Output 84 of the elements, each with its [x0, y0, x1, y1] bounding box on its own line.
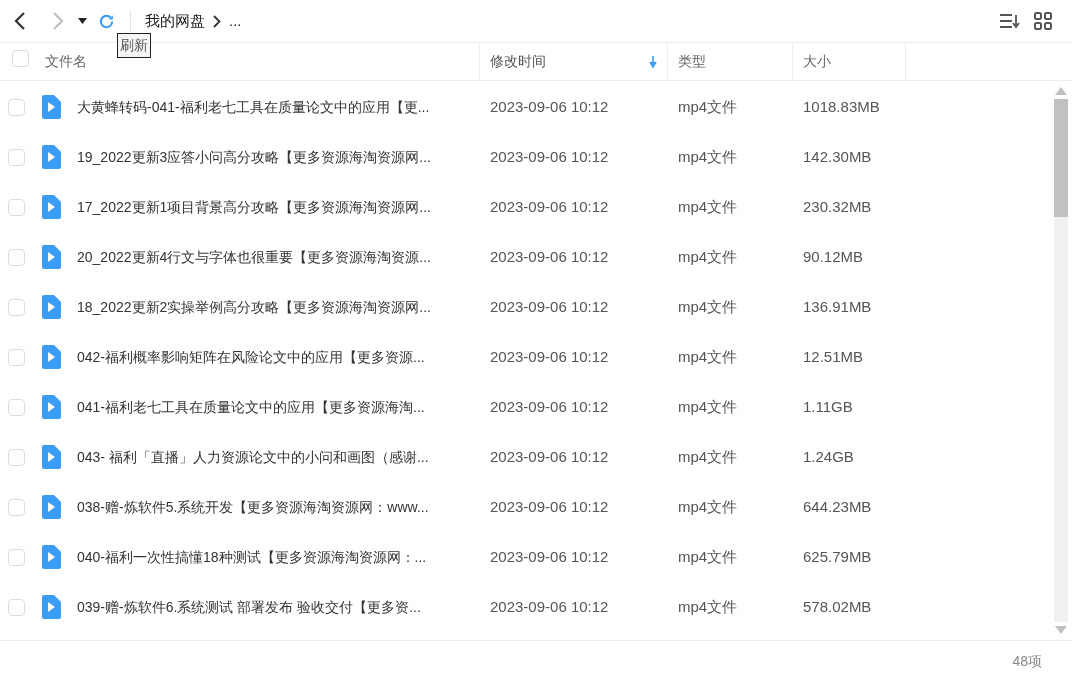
scroll-down-icon[interactable] [1055, 626, 1067, 634]
file-type: mp4文件 [678, 348, 738, 365]
file-name[interactable]: 18_2022更新2实操举例高分攻略【更多资源海淘资源网... [77, 296, 431, 318]
item-count: 48项 [1012, 652, 1042, 671]
file-type: mp4文件 [678, 248, 738, 265]
file-size: 142.30MB [803, 148, 872, 165]
modified-time: 2023-09-06 10:12 [490, 348, 609, 365]
checkbox[interactable] [8, 98, 25, 116]
modified-time: 2023-09-06 10:12 [490, 248, 609, 265]
video-file-icon [41, 245, 61, 269]
video-file-icon [41, 295, 61, 319]
column-header[interactable]: 类型 [678, 51, 706, 72]
file-type: mp4文件 [678, 598, 738, 615]
file-size: 12.51MB [803, 348, 864, 365]
file-size: 625.79MB [803, 548, 872, 565]
video-file-icon [41, 545, 61, 569]
modified-time: 2023-09-06 10:12 [490, 598, 609, 615]
modified-time: 2023-09-06 10:12 [490, 398, 609, 415]
checkbox[interactable] [8, 198, 25, 216]
chevron-left-icon [13, 11, 27, 31]
file-type: mp4文件 [678, 498, 738, 515]
modified-time: 2023-09-06 10:12 [490, 98, 609, 115]
breadcrumb-link[interactable]: ... [229, 9, 242, 33]
file-size: 1.24GB [803, 448, 854, 465]
modified-time: 2023-09-06 10:12 [490, 298, 609, 315]
file-size: 1.11GB [803, 398, 853, 415]
modified-time: 2023-09-06 10:12 [490, 198, 609, 215]
file-size: 578.02MB [803, 598, 872, 615]
scroll-up-icon[interactable] [1055, 87, 1067, 95]
breadcrumb-link[interactable]: 我的网盘 [145, 9, 205, 33]
checkbox[interactable] [8, 598, 25, 616]
modified-time: 2023-09-06 10:12 [490, 498, 609, 515]
file-type: mp4文件 [678, 98, 738, 115]
column-header[interactable]: 大小 [803, 51, 831, 72]
column-header[interactable]: 文件名 [45, 51, 87, 72]
file-type: mp4文件 [678, 448, 738, 465]
video-file-icon [41, 395, 61, 419]
file-size: 136.91MB [803, 298, 872, 315]
file-type: mp4文件 [678, 148, 738, 165]
file-type: mp4文件 [678, 198, 738, 215]
video-file-icon [41, 145, 61, 169]
checkbox[interactable] [12, 49, 29, 67]
sort-arrow-icon [649, 55, 657, 68]
scrollbar-thumb[interactable] [1054, 99, 1068, 217]
column-header[interactable]: 修改时间 [490, 51, 546, 72]
file-type: mp4文件 [678, 548, 738, 565]
file-type: mp4文件 [678, 298, 738, 315]
checkbox[interactable] [8, 498, 25, 516]
chevron-right-icon [51, 11, 65, 31]
modified-time: 2023-09-06 10:12 [490, 548, 609, 565]
video-file-icon [41, 495, 61, 519]
video-file-icon [41, 195, 61, 219]
checkbox[interactable] [8, 398, 25, 416]
checkbox[interactable] [8, 548, 25, 566]
checkbox[interactable] [8, 348, 25, 366]
file-name[interactable]: 039-赠-炼软件6.系统测试 部署发布 验收交付【更多资... [77, 596, 421, 618]
checkbox[interactable] [8, 148, 25, 166]
file-name[interactable]: 038-赠-炼软件5.系统开发【更多资源海淘资源网：www... [77, 496, 429, 518]
checkbox[interactable] [8, 298, 25, 316]
video-file-icon [41, 345, 61, 369]
video-file-icon [41, 95, 61, 119]
video-file-icon [41, 595, 61, 619]
checkbox[interactable] [8, 248, 25, 266]
file-name[interactable]: 041-福利老七工具在质量论文中的应用【更多资源海淘... [77, 396, 425, 418]
file-size: 1018.83MB [803, 98, 880, 115]
file-name[interactable]: 043- 福利「直播」人力资源论文中的小问和画图（感谢... [77, 446, 429, 468]
file-name[interactable]: 20_2022更新4行文与字体也很重要【更多资源海淘资源... [77, 246, 431, 268]
file-name[interactable]: 040-福利一次性搞懂18种测试【更多资源海淘资源网：... [77, 546, 427, 568]
file-type: mp4文件 [678, 398, 738, 415]
file-size: 90.12MB [803, 248, 864, 265]
chevron-icon [213, 14, 221, 28]
grid-view-button[interactable] [1032, 10, 1054, 32]
caret-icon [77, 18, 87, 24]
file-size: 230.32MB [803, 198, 872, 215]
file-name[interactable]: 19_2022更新3应答小问高分攻略【更多资源海淘资源网... [77, 146, 431, 168]
video-file-icon [41, 445, 61, 469]
checkbox[interactable] [8, 448, 25, 466]
tooltip: 刷新 [117, 33, 151, 58]
file-name[interactable]: 大黄蜂转码-041-福利老七工具在质量论文中的应用【更... [77, 96, 430, 118]
file-name[interactable]: 17_2022更新1项目背景高分攻略【更多资源海淘资源网... [77, 196, 431, 218]
file-name[interactable]: 042-福利概率影响矩阵在风险论文中的应用【更多资源... [77, 346, 425, 368]
modified-time: 2023-09-06 10:12 [490, 148, 609, 165]
file-size: 644.23MB [803, 498, 872, 515]
modified-time: 2023-09-06 10:12 [490, 448, 609, 465]
